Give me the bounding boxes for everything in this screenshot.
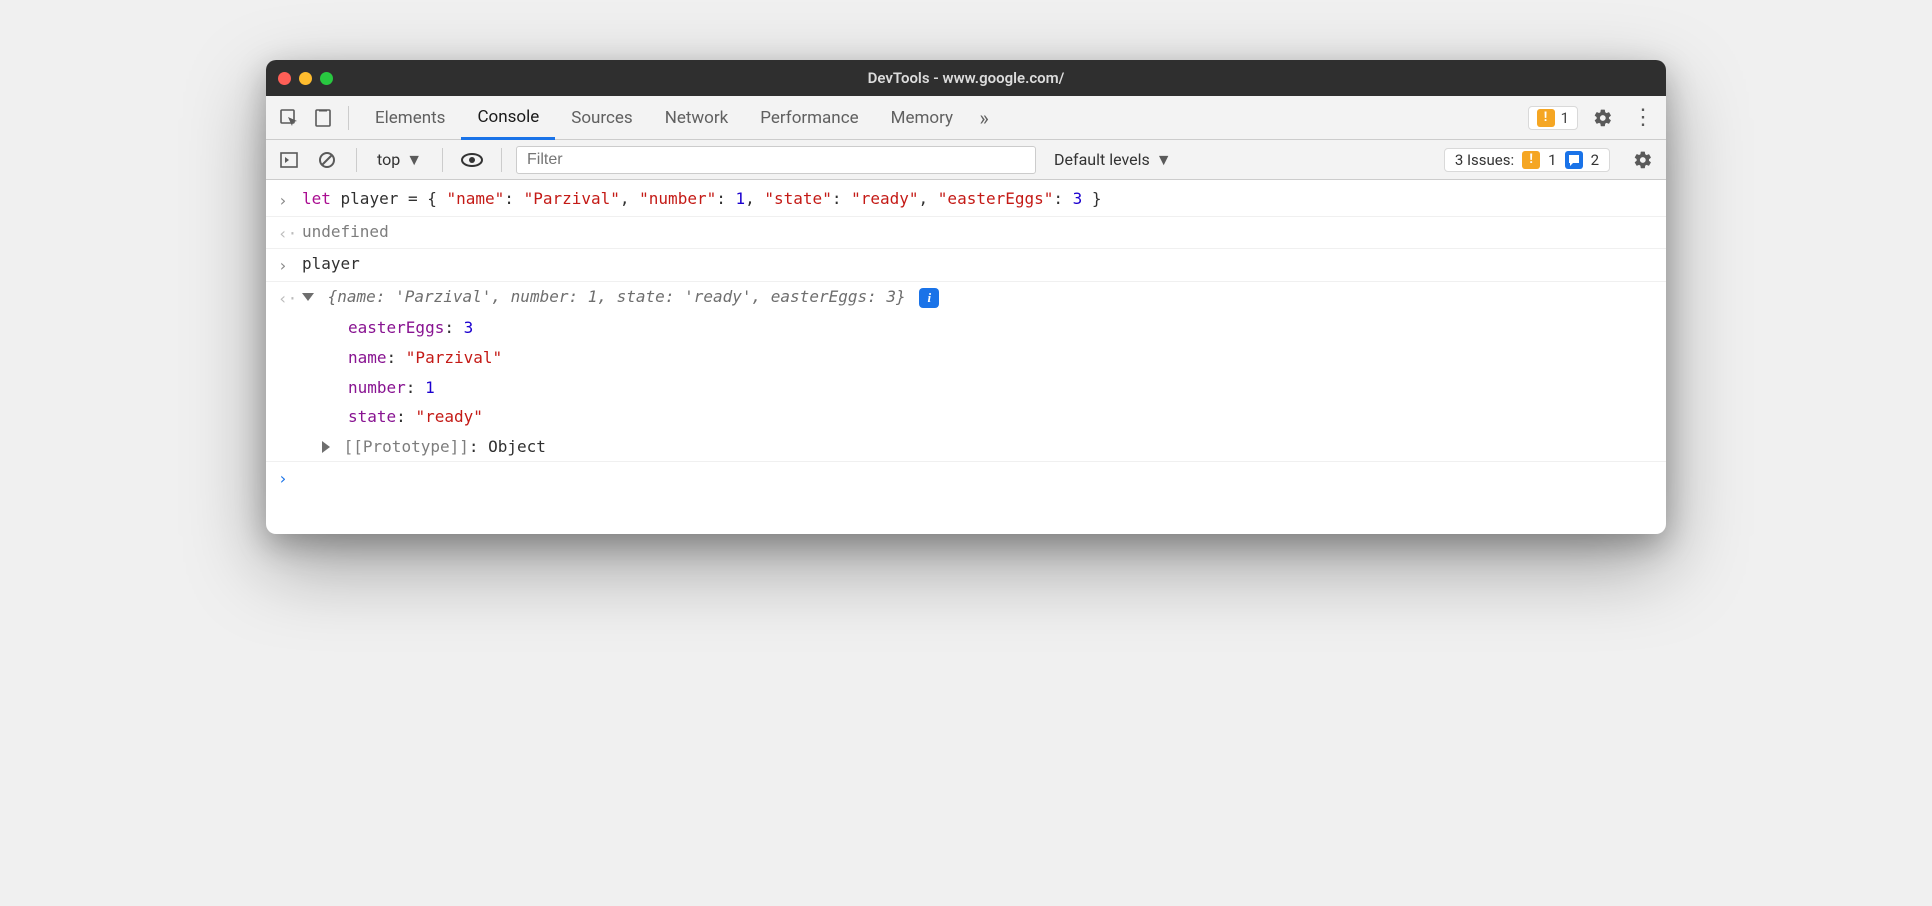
issues-info-count: 2	[1591, 151, 1599, 169]
code-token: "state"	[764, 189, 831, 208]
filter-input[interactable]	[516, 146, 1036, 174]
input-prompt-icon: ›	[278, 186, 302, 214]
property-key: state	[348, 407, 396, 426]
tab-elements[interactable]: Elements	[359, 96, 461, 140]
settings-icon[interactable]	[1588, 103, 1618, 133]
log-levels-select[interactable]: Default levels ▼	[1054, 150, 1172, 170]
close-window-button[interactable]	[278, 72, 291, 85]
console-result-row: ‹· {name: 'Parzival', number: 1, state: …	[266, 282, 1666, 314]
levels-label: Default levels	[1054, 150, 1150, 169]
property-value: "ready"	[415, 407, 482, 426]
issues-warn-count: 1	[1548, 151, 1556, 169]
main-tabs: Elements Console Sources Network Perform…	[359, 96, 999, 140]
object-summary[interactable]: {name: 'Parzival', number: 1, state: 're…	[328, 287, 906, 306]
property-key: easterEggs	[348, 318, 444, 337]
issues-label: 3 Issues:	[1455, 151, 1514, 169]
code-token: :	[1053, 189, 1072, 208]
code-token: "easterEggs"	[938, 189, 1054, 208]
divider	[356, 148, 357, 172]
more-options-icon[interactable]: ⋮	[1628, 103, 1658, 133]
code-token: "number"	[639, 189, 716, 208]
object-property-row[interactable]: number: 1	[266, 373, 1666, 403]
code-token: :	[832, 189, 851, 208]
code-token: :	[716, 189, 735, 208]
console-result-row: ‹· undefined	[266, 217, 1666, 250]
property-key: name	[348, 348, 387, 367]
warning-icon: !	[1537, 109, 1555, 127]
code-token: "Parzival"	[524, 189, 620, 208]
code-token: player	[302, 251, 1654, 279]
code-token: 3	[1073, 189, 1083, 208]
tab-console[interactable]: Console	[461, 96, 555, 140]
code-token: 1	[735, 189, 745, 208]
live-expression-icon[interactable]	[457, 145, 487, 175]
code-token: ,	[620, 189, 639, 208]
tab-sources[interactable]: Sources	[555, 96, 648, 140]
expand-toggle-icon[interactable]	[322, 441, 330, 453]
console-toolbar: top ▼ Default levels ▼ 3 Issues: ! 1 2	[266, 140, 1666, 180]
issues-badge[interactable]: 3 Issues: ! 1 2	[1444, 148, 1610, 172]
property-key: number	[348, 378, 406, 397]
tab-network[interactable]: Network	[649, 96, 745, 140]
code-token: ,	[745, 189, 764, 208]
code-token: "name"	[447, 189, 505, 208]
chevron-down-icon: ▼	[1156, 150, 1172, 170]
property-value: 3	[464, 318, 474, 337]
errors-warnings-badge[interactable]: ! 1	[1528, 106, 1578, 130]
input-prompt-icon: ›	[278, 251, 302, 279]
console-settings-icon[interactable]	[1628, 145, 1658, 175]
chevron-down-icon: ▼	[406, 150, 422, 170]
titlebar: DevTools - www.google.com/	[266, 60, 1666, 96]
console-sidebar-toggle-icon[interactable]	[274, 145, 304, 175]
code-token: let	[302, 189, 331, 208]
console-input-row[interactable]: › player	[266, 249, 1666, 282]
tab-performance[interactable]: Performance	[744, 96, 874, 140]
expand-toggle-icon[interactable]	[302, 293, 314, 301]
result-prompt-icon: ‹·	[278, 284, 302, 312]
warning-count: 1	[1561, 109, 1569, 127]
code-token: player = {	[331, 189, 447, 208]
console-input-prompt[interactable]: ›	[266, 462, 1666, 494]
object-property-row[interactable]: easterEggs: 3	[266, 313, 1666, 343]
code-token: ,	[919, 189, 938, 208]
device-toggle-icon[interactable]	[308, 103, 338, 133]
result-text: undefined	[302, 219, 1654, 247]
console-output: › let player = { "name": "Parzival", "nu…	[266, 180, 1666, 534]
main-tabs-bar: Elements Console Sources Network Perform…	[266, 96, 1666, 140]
property-value: 1	[425, 378, 435, 397]
code-token: :	[504, 189, 523, 208]
object-property-row[interactable]: name: "Parzival"	[266, 343, 1666, 373]
result-prompt-icon: ‹·	[278, 219, 302, 247]
window-controls	[278, 72, 333, 85]
code-token: "ready"	[851, 189, 918, 208]
inspect-element-icon[interactable]	[274, 103, 304, 133]
console-input-row[interactable]: › let player = { "name": "Parzival", "nu…	[266, 184, 1666, 217]
clear-console-icon[interactable]	[312, 145, 342, 175]
devtools-window: DevTools - www.google.com/ Elements Cons…	[266, 60, 1666, 534]
execution-context-select[interactable]: top ▼	[371, 148, 428, 172]
warning-icon: !	[1522, 151, 1540, 169]
info-icon	[1565, 151, 1583, 169]
object-prototype-row[interactable]: [[Prototype]]: Object	[266, 432, 1666, 463]
divider	[442, 148, 443, 172]
property-value: "Parzival"	[406, 348, 502, 367]
object-info-icon[interactable]: i	[919, 288, 939, 308]
property-value: Object	[488, 437, 546, 456]
more-tabs-icon[interactable]: »	[969, 103, 999, 133]
property-key: [[Prototype]]	[344, 437, 469, 456]
code-token: }	[1082, 189, 1101, 208]
minimize-window-button[interactable]	[299, 72, 312, 85]
object-property-row[interactable]: state: "ready"	[266, 402, 1666, 432]
divider	[501, 148, 502, 172]
window-title: DevTools - www.google.com/	[266, 69, 1666, 87]
context-label: top	[377, 150, 400, 169]
tab-memory[interactable]: Memory	[875, 96, 969, 140]
maximize-window-button[interactable]	[320, 72, 333, 85]
divider	[348, 106, 349, 130]
input-prompt-icon: ›	[278, 464, 302, 492]
